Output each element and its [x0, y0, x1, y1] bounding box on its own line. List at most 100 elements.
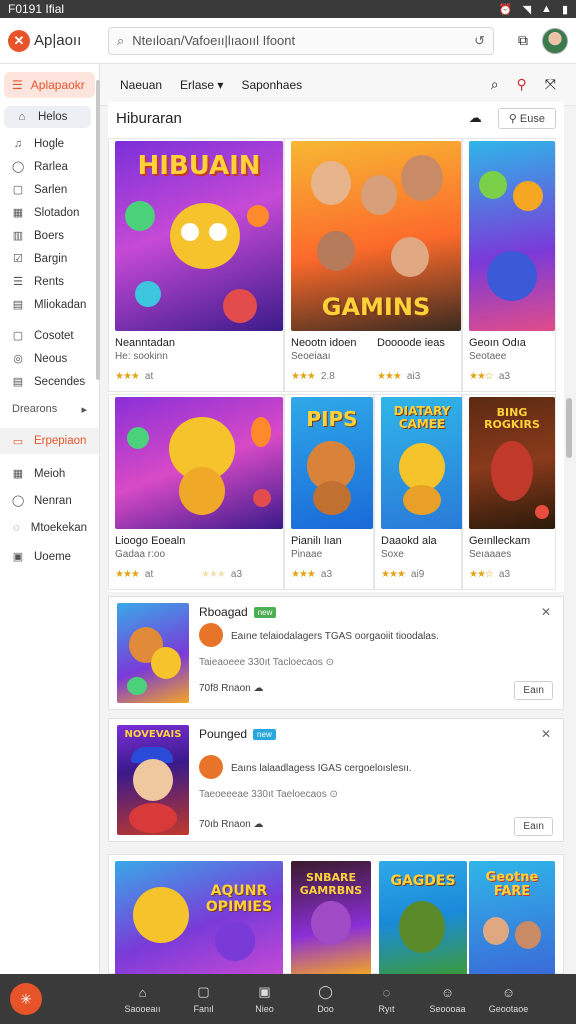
menu-icon: ☰: [12, 78, 23, 92]
tag-icon: ▭: [12, 435, 24, 448]
game-rating: ★★★ a3: [291, 569, 332, 580]
sidebar-section-header[interactable]: Drearons ▸: [0, 393, 99, 424]
game-thumbnail: [469, 141, 555, 331]
game-title-art: SNBARE GAMRBNS: [299, 871, 363, 897]
search-box[interactable]: ⌕ ↺: [108, 26, 494, 55]
game-subtitle: Pinaae: [291, 549, 323, 560]
game-title-art: BING ROGKIRS: [484, 406, 540, 431]
sidebar-item[interactable]: ◯ Nenran: [0, 489, 99, 512]
game-thumbnail[interactable]: AQUNR OPIMIES: [115, 861, 283, 974]
avatar[interactable]: [542, 27, 568, 54]
search-icon[interactable]: ⌕: [491, 76, 499, 93]
main-scrollbar[interactable]: [566, 398, 572, 458]
game-thumbnail[interactable]: GAGDES: [379, 861, 467, 974]
nav-item[interactable]: ☺ Seoooaa: [417, 985, 478, 1014]
featured-size-text: 70f8 Rnaon: [199, 683, 251, 694]
search-input[interactable]: [132, 33, 467, 48]
game-rating: ★★★ 2.8: [291, 371, 335, 382]
status-icons: ⏰ ◥ ▲ ▮: [499, 3, 568, 16]
rating-stars: ★★★: [201, 569, 226, 580]
sidebar-item-label: Helos: [38, 111, 68, 123]
rating-stars: ★★☆: [469, 569, 494, 580]
close-icon[interactable]: ✕: [541, 727, 551, 741]
game-name: Lioogo Eoealn: [115, 535, 186, 547]
featured-card[interactable]: Rboagad new Eaıne telaiodalagers TGAS oo…: [108, 596, 564, 710]
game-tile[interactable]: DIATARY CAMEE Daaokd ala Soxe ★★★ ai9: [374, 394, 463, 590]
nav-item[interactable]: ◌ Ryıt: [356, 985, 417, 1014]
bubble-icon: ◌: [382, 984, 391, 1000]
sidebar-item[interactable]: ▦ Meioh: [0, 462, 99, 485]
game-title-art: GAMINS: [321, 293, 431, 321]
sidebar-item[interactable]: ☰ Rents: [0, 270, 99, 293]
sidebar-primary-button[interactable]: ☰ Aplapaokr: [4, 72, 95, 98]
sidebar-item[interactable]: ▤ Mliokadan: [0, 293, 99, 316]
game-tile[interactable]: GAMINS Neootn idoen Seoeiaaı ★★★ 2.8 Dooo…: [284, 138, 462, 392]
game-tile[interactable]: BING ROGKIRS Geınlleckam Seıaaaes ★★☆ a3: [462, 394, 556, 590]
sidebar-item[interactable]: ◯ Rarlea: [0, 155, 99, 178]
grid-icon: ▦: [12, 468, 24, 480]
close-icon[interactable]: ✕: [541, 605, 551, 619]
rating-value: ai3: [406, 371, 421, 382]
game-thumbnail: HIBUAIN: [115, 141, 283, 331]
sidebar-item[interactable]: ◎ Neous: [0, 347, 99, 370]
featured-publisher-icon: [199, 623, 223, 647]
game-thumbnail[interactable]: SNBARE GAMRBNS: [291, 861, 371, 974]
info-icon: ⊙: [325, 657, 334, 668]
game-name: Geoın Odıa: [469, 337, 526, 349]
featured-action-button[interactable]: Eaın: [514, 681, 553, 700]
tab-1[interactable]: Naeuan: [120, 78, 162, 92]
featured-meta-text: Taieaoeee 330ıt Tacloecaos: [199, 657, 323, 668]
sidebar-item[interactable]: ▥ Boers: [0, 224, 99, 247]
section-button[interactable]: ⚲ Euse: [497, 107, 556, 129]
sidebar-item[interactable]: ♫ Hogle: [0, 132, 99, 155]
sidebar-item-active[interactable]: ▭ Erpepiaon: [0, 428, 99, 454]
rating-value: at: [144, 371, 154, 382]
sidebar-item[interactable]: ▣ Uoeme: [0, 545, 99, 568]
game-rating: ★★★ a3: [201, 569, 242, 580]
game-rating: ★★★ at: [115, 371, 153, 382]
app-bar: ✕ Ap|aoıı ⌕ ↺ ⧉: [0, 18, 576, 64]
cloud-icon[interactable]: ☁: [469, 110, 482, 126]
expand-icon[interactable]: ⤧: [545, 76, 556, 93]
home-icon: ⌂: [138, 984, 147, 1000]
bell-icon: ♫: [13, 137, 23, 150]
app-icon: ✳: [20, 990, 32, 1007]
sidebar-item[interactable]: ▢ Cosotet: [0, 324, 99, 347]
game-tile[interactable]: Geoın Odıa Seotaee ★★☆ a3: [462, 138, 556, 392]
game-tile[interactable]: HIBUAIN Neanntadan He: sookinn ★★★ at: [108, 138, 284, 392]
nav-item[interactable]: ⌂ Saooeaıı: [112, 985, 173, 1014]
sidebar-item[interactable]: ▤ Secendes: [0, 370, 99, 393]
game-thumbnail: GAMINS: [291, 141, 461, 331]
fab-button[interactable]: ✳: [10, 983, 42, 1015]
pin-icon[interactable]: ⚲: [517, 76, 527, 93]
main-content: Naeuan Erlase ▾ Saponhaes ⌕ ⚲ ⤧ Hiburara…: [100, 64, 576, 974]
nav-item[interactable]: ◯ Doo: [295, 984, 356, 1014]
game-tile[interactable]: PIPS Pianilı lıan Pinaae ★★★ a3: [284, 394, 374, 590]
sidebar-item-home[interactable]: ⌂ Helos: [4, 106, 91, 128]
notification-icon[interactable]: ⧉: [518, 32, 528, 49]
featured-thumbnail: NOVEVAIS: [117, 725, 189, 835]
bottom-nav: ✳ ⌂ Saooeaıı ▢ Fanıl ▣ Nieo ◯ Doo ◌ Ryıt ☺ Seo…: [0, 974, 576, 1024]
nav-item[interactable]: ▣ Nieo: [234, 984, 295, 1014]
featured-thumb-title: NOVEVAIS: [124, 729, 182, 740]
clear-icon[interactable]: ↺: [474, 33, 485, 49]
tab-3[interactable]: Saponhaes: [241, 78, 302, 92]
sidebar-item-label: Nenran: [34, 494, 72, 507]
sidebar-item[interactable]: ▢ Sarlen: [0, 178, 99, 201]
sidebar-item[interactable]: ◌ Mtoekekan: [0, 516, 99, 539]
featured-description: Eaıne telaiodalagers TGAS oorgaoiit tioo…: [231, 631, 439, 642]
tab-2[interactable]: Erlase ▾: [180, 78, 223, 92]
app-logo[interactable]: ✕ Ap|aoıı: [8, 29, 108, 52]
nav-item[interactable]: ▢ Fanıl: [173, 984, 234, 1014]
sidebar-item[interactable]: ☑ Bargin: [0, 247, 99, 270]
nav-item-label: Ryıt: [378, 1003, 395, 1014]
featured-card[interactable]: NOVEVAIS Pounged new Eaıns lalaadlagess …: [108, 718, 564, 842]
nav-item[interactable]: ☺ Geootaoe: [478, 985, 539, 1014]
game-tile[interactable]: Lioogo Eoealn Gadaa r:oo ★★★ at ★★★ a3: [108, 394, 284, 590]
featured-action-button[interactable]: Eaın: [514, 817, 553, 836]
sidebar-item-label: Neous: [34, 352, 68, 365]
game-thumbnail[interactable]: Geotne FARE: [469, 861, 555, 974]
bag-icon: ▥: [12, 230, 24, 242]
featured-title: Pounged: [199, 727, 248, 741]
sidebar-item[interactable]: ▦ Slotadon: [0, 201, 99, 224]
